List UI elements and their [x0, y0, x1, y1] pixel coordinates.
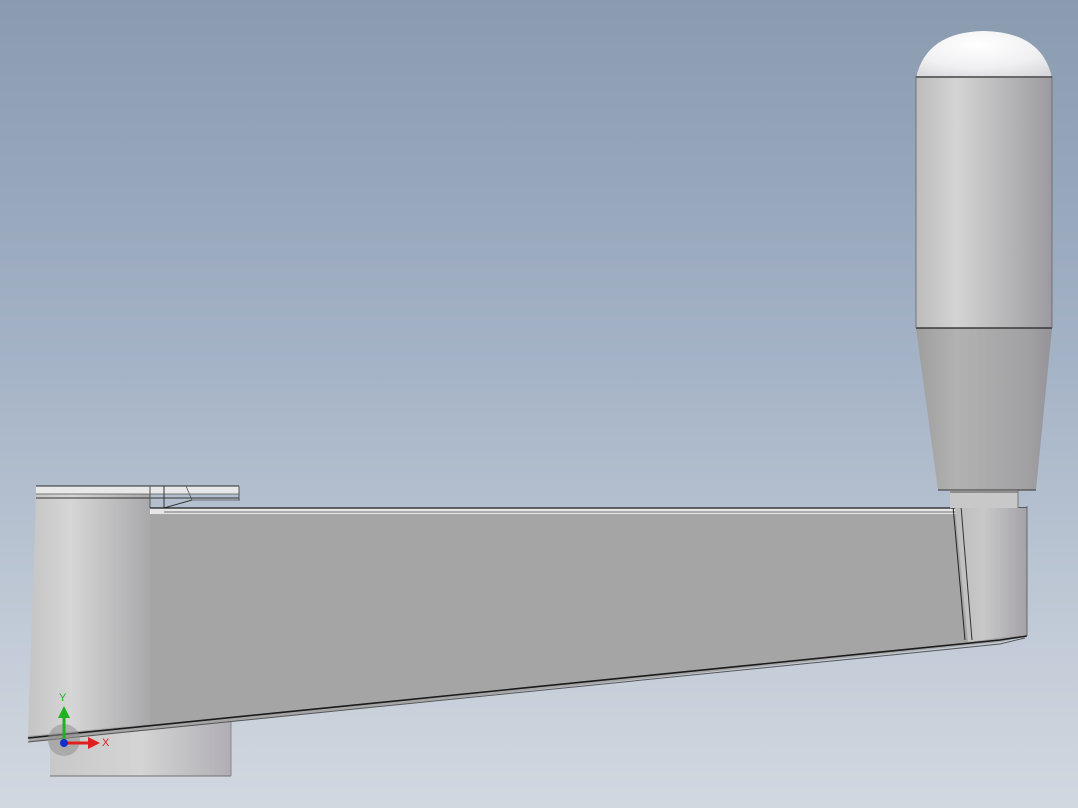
handle-collar	[950, 490, 1019, 508]
handle-taper	[916, 328, 1052, 491]
z-axis-dot-icon	[60, 739, 68, 747]
handle-grip	[915, 76, 1053, 329]
y-axis-label: Y	[59, 692, 67, 704]
crank-handle-model[interactable]: Y X	[0, 0, 1078, 808]
crank-arm	[27, 507, 1028, 743]
x-axis-label: X	[102, 737, 110, 749]
cad-3d-viewport[interactable]: Y X	[0, 0, 1078, 808]
handle-dome-cap	[916, 31, 1052, 78]
